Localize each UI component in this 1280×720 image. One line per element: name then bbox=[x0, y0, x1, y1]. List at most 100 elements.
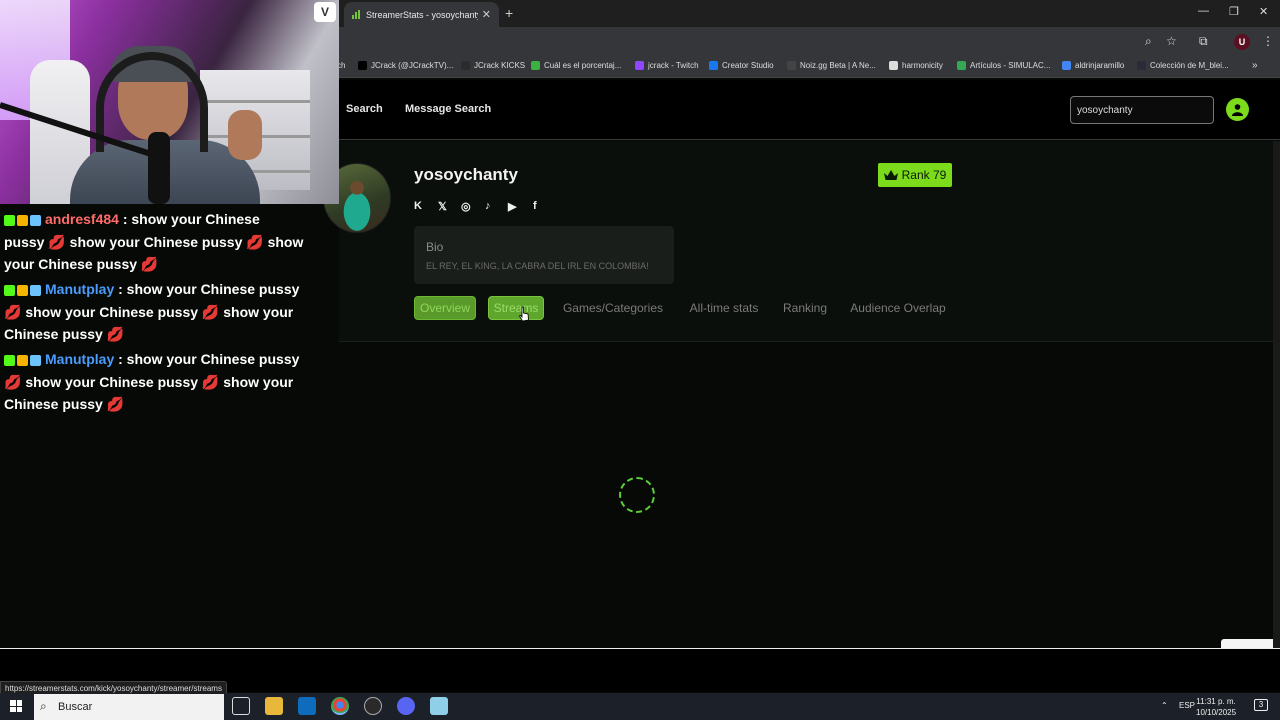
bookmark-item[interactable]: Cuál es el porcentaj... bbox=[531, 61, 621, 70]
bookmark-item[interactable]: Artículos - SIMULAC... bbox=[957, 61, 1050, 70]
bio-title: Bio bbox=[426, 240, 444, 254]
hand-cursor-icon bbox=[518, 306, 529, 322]
close-window-button[interactable]: ✕ bbox=[1259, 5, 1268, 18]
streamer-search-input[interactable] bbox=[1070, 96, 1214, 124]
file-explorer-icon[interactable] bbox=[265, 697, 283, 715]
stream-logo-icon: V bbox=[314, 2, 336, 22]
chat-badge-icon bbox=[17, 215, 28, 226]
restore-button[interactable]: ❐ bbox=[1229, 5, 1239, 18]
bookmark-label: jcrack - Twitch bbox=[648, 61, 699, 70]
chat-badges bbox=[4, 209, 43, 231]
webcam-overlay: V bbox=[0, 0, 339, 204]
bookmark-item[interactable]: Colección de M_blei... bbox=[1137, 61, 1229, 70]
tab-audience-overlap[interactable]: Audience Overlap bbox=[846, 296, 950, 320]
facebook-icon[interactable]: f bbox=[533, 200, 537, 212]
clock-date: 10/10/2025 bbox=[1196, 708, 1237, 717]
chat-badge-icon bbox=[4, 285, 15, 296]
taskbar-search[interactable]: ⌕ Buscar bbox=[34, 694, 224, 720]
bookmark-label: Noiz.gg Beta | A Ne... bbox=[800, 61, 876, 70]
page-scrollbar[interactable] bbox=[1273, 141, 1280, 648]
chat-username: Manutplay bbox=[45, 351, 115, 367]
browser-profile-icon[interactable]: U bbox=[1234, 34, 1250, 50]
streamer-username: yosoychanty bbox=[414, 165, 518, 184]
instagram-icon[interactable]: ◎ bbox=[461, 200, 471, 213]
rank-label: Rank 79 bbox=[901, 168, 947, 182]
bookmark-item[interactable]: Creator Studio bbox=[709, 61, 774, 70]
bookmark-label: Artículos - SIMULAC... bbox=[970, 61, 1051, 70]
zoom-icon[interactable]: ⌕ bbox=[1145, 34, 1152, 49]
bookmark-favicon-icon bbox=[358, 61, 367, 70]
chat-badges bbox=[4, 349, 43, 371]
bookmark-label: Creator Studio bbox=[722, 61, 774, 70]
bookmark-favicon-icon bbox=[635, 61, 644, 70]
windows-start-icon[interactable] bbox=[10, 700, 22, 712]
taskbar-search-label: Buscar bbox=[58, 701, 93, 713]
bookmark-item[interactable]: Noiz.gg Beta | A Ne... bbox=[787, 61, 876, 70]
bookmark-item[interactable]: aldrinjaramillo bbox=[1062, 61, 1124, 70]
clock-time: 11:31 p. m. bbox=[1196, 697, 1236, 706]
tab-streamerstats[interactable]: StreamerStats - yosoychanty P... ✕ bbox=[344, 2, 499, 27]
chat-username: Manutplay bbox=[45, 281, 115, 297]
search-icon: ⌕ bbox=[40, 699, 47, 713]
chat-message: Manutplay : show your Chinese pussy 💋 sh… bbox=[4, 278, 304, 345]
tab-title: StreamerStats - yosoychanty P... bbox=[366, 9, 478, 20]
bookmark-item[interactable]: harmonicity bbox=[889, 61, 943, 70]
bookmark-item[interactable]: jcrack - Twitch bbox=[635, 61, 699, 70]
notifications-icon[interactable]: 3 bbox=[1254, 699, 1268, 711]
tab-games-categories[interactable]: Games/Categories bbox=[560, 296, 666, 320]
bookmarks-more-icon[interactable]: » bbox=[1252, 60, 1258, 71]
streamerstats-favicon-icon bbox=[352, 10, 360, 19]
bookmark-favicon-icon bbox=[957, 61, 966, 70]
tray-chevron-icon[interactable]: ⌃ bbox=[1161, 701, 1168, 710]
extensions-icon[interactable]: ⧉ bbox=[1199, 34, 1208, 49]
bookmark-favicon-icon bbox=[531, 61, 540, 70]
task-view-icon[interactable] bbox=[232, 697, 250, 715]
language-indicator[interactable]: ESP bbox=[1179, 701, 1195, 710]
bookmark-favicon-icon bbox=[709, 61, 718, 70]
bookmark-item[interactable]: JCrack (@JCrackTV)... bbox=[358, 61, 453, 70]
youtube-icon[interactable]: ▶ bbox=[508, 200, 516, 213]
new-tab-button[interactable]: + bbox=[505, 5, 513, 21]
obs-icon[interactable] bbox=[364, 697, 382, 715]
menu-icon[interactable]: ⋮ bbox=[1262, 34, 1274, 48]
microphone bbox=[148, 132, 170, 204]
chat-badge-icon bbox=[4, 355, 15, 366]
bookmark-label: JCrack (@JCrackTV)... bbox=[371, 61, 454, 70]
tab-overview[interactable]: Overview bbox=[414, 296, 476, 320]
notification-count: 3 bbox=[1258, 700, 1264, 709]
nav-search-link[interactable]: Search bbox=[346, 103, 383, 115]
chat-message: Manutplay : show your Chinese pussy 💋 sh… bbox=[4, 348, 304, 415]
nav-message-search-link[interactable]: Message Search bbox=[405, 103, 491, 115]
outlook-icon[interactable] bbox=[298, 697, 316, 715]
chat-username: andresf484 bbox=[45, 211, 119, 227]
chat-badge-icon bbox=[30, 285, 41, 296]
recaptcha-badge bbox=[1221, 639, 1273, 648]
tiktok-icon[interactable]: ♪ bbox=[485, 200, 491, 212]
minimize-button[interactable]: — bbox=[1198, 5, 1209, 17]
bookmark-favicon-icon bbox=[461, 61, 470, 70]
rank-badge[interactable]: Rank 79 bbox=[878, 163, 952, 187]
bio-card: Bio EL REY, EL KING, LA CABRA DEL IRL EN… bbox=[414, 226, 674, 284]
x-icon[interactable]: 𝕏 bbox=[438, 200, 447, 213]
notes-app-icon[interactable] bbox=[430, 697, 448, 715]
tab-all-time-stats[interactable]: All-time stats bbox=[684, 296, 764, 320]
tab-close-icon[interactable]: ✕ bbox=[482, 8, 491, 21]
chat-badge-icon bbox=[17, 285, 28, 296]
user-account-button[interactable] bbox=[1226, 98, 1249, 121]
bookmark-label: JCrack KICKS bbox=[474, 61, 526, 70]
bookmark-label: Cuál es el porcentaj... bbox=[544, 61, 622, 70]
tab-ranking[interactable]: Ranking bbox=[782, 296, 828, 320]
bookmark-label: Colección de M_blei... bbox=[1150, 61, 1229, 70]
discord-icon[interactable] bbox=[397, 697, 415, 715]
bookmark-item[interactable]: JCrack KICKS bbox=[461, 61, 525, 70]
chat-message: andresf484 : show your Chinese pussy 💋 s… bbox=[4, 208, 304, 275]
bio-text: EL REY, EL KING, LA CABRA DEL IRL EN COL… bbox=[426, 261, 649, 271]
kick-icon[interactable]: K bbox=[414, 200, 422, 212]
tab-streams[interactable]: Streams bbox=[488, 296, 544, 320]
bookmark-favicon-icon bbox=[787, 61, 796, 70]
taskbar-clock[interactable]: 11:31 p. m. 10/10/2025 bbox=[1196, 696, 1236, 718]
chrome-icon[interactable] bbox=[331, 697, 349, 715]
chat-badge-icon bbox=[30, 215, 41, 226]
star-icon[interactable]: ☆ bbox=[1166, 34, 1177, 48]
chat-badges bbox=[4, 279, 43, 301]
